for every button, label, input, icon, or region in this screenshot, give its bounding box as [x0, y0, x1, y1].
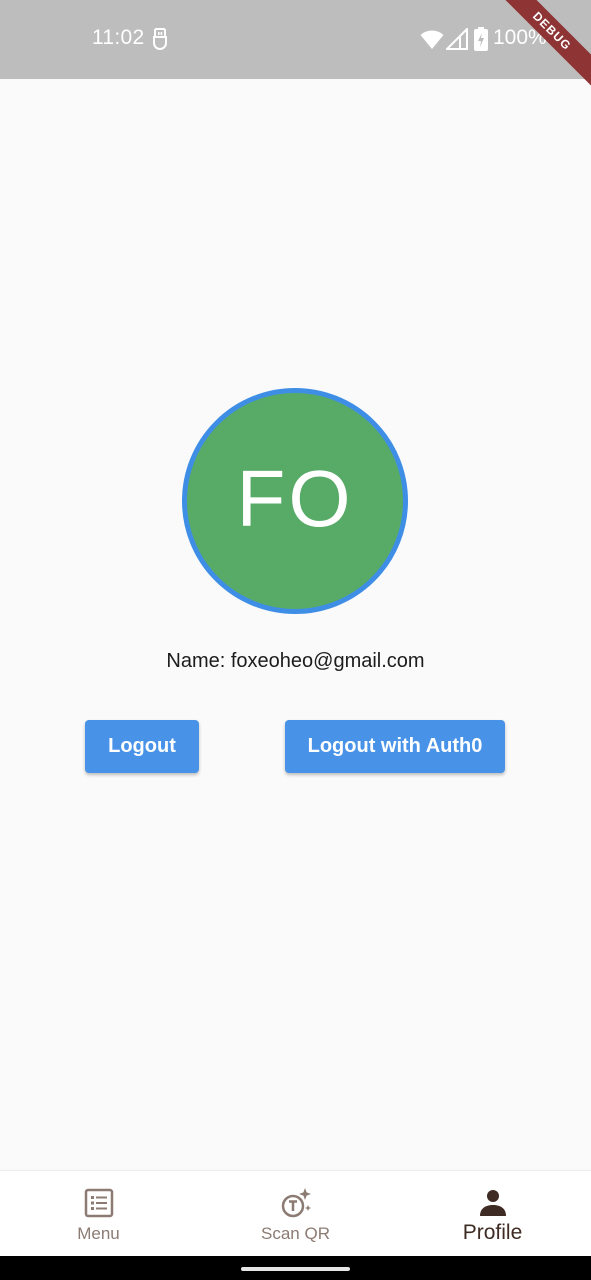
wifi-icon [420, 30, 444, 49]
bottom-navigation-bar: Menu Scan QR Profile [0, 1170, 591, 1256]
logout-button[interactable]: Logout [85, 720, 199, 773]
nav-label-profile: Profile [462, 1221, 523, 1244]
scan-qr-icon [281, 1188, 311, 1218]
avatar-initials: FO [236, 454, 354, 543]
nav-item-scan-qr[interactable]: Scan QR [197, 1171, 394, 1257]
avatar: FO [182, 388, 408, 614]
usb-icon [153, 28, 167, 50]
person-icon [479, 1190, 506, 1216]
status-bar: 11:02 100% [0, 0, 591, 79]
battery-icon [474, 27, 488, 51]
nav-item-menu[interactable]: Menu [0, 1171, 197, 1257]
logout-with-auth0-button[interactable]: Logout with Auth0 [285, 720, 505, 773]
status-time: 11:02 [92, 26, 145, 49]
nav-item-profile[interactable]: Profile [394, 1171, 591, 1257]
user-name: Name: foxeoheo@gmail.com [166, 650, 425, 672]
nav-label-menu: Menu [77, 1224, 120, 1243]
system-navigation-bar [0, 1256, 591, 1280]
signal-icon [446, 28, 468, 50]
home-indicator[interactable] [241, 1267, 350, 1271]
nav-label-scan-qr: Scan QR [261, 1224, 330, 1243]
battery-percentage: 100% [493, 26, 547, 49]
menu-list-icon [84, 1188, 113, 1218]
